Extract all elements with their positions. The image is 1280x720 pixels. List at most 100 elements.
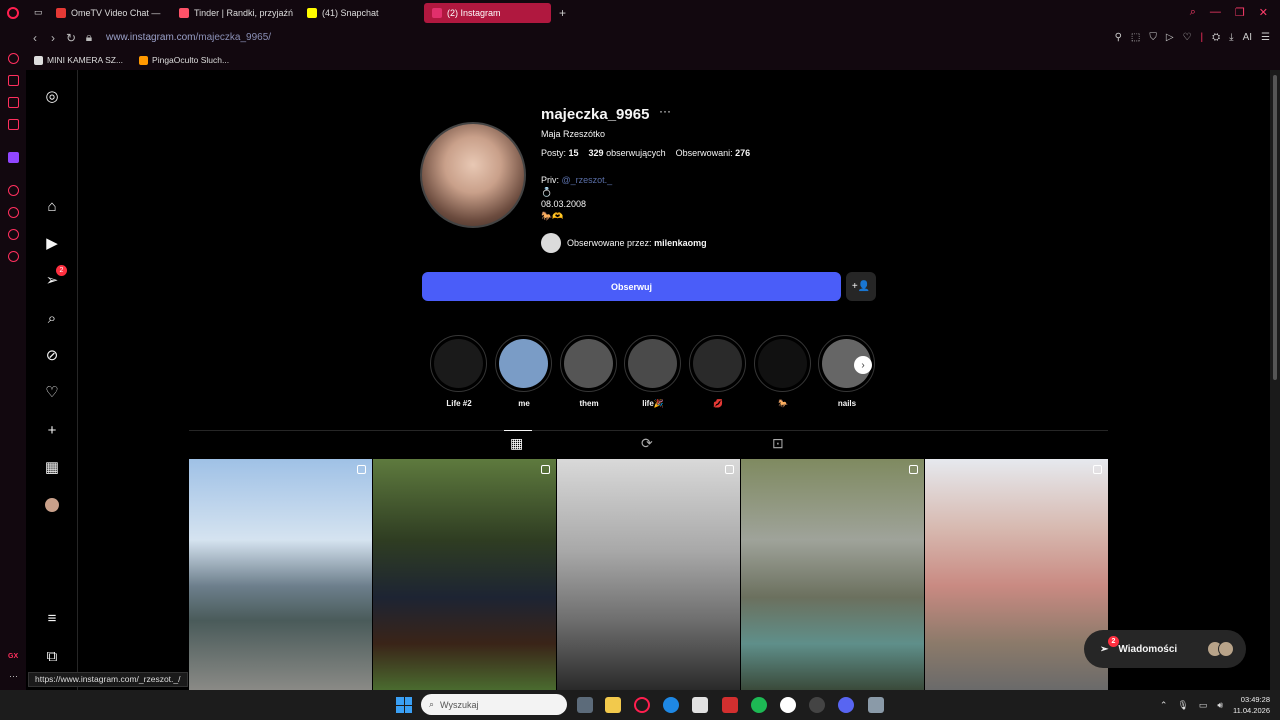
opera-video-icon[interactable]: [8, 97, 19, 108]
following-count[interactable]: Obserwowani: 276: [676, 148, 751, 158]
aria-icon[interactable]: AI: [1243, 32, 1252, 43]
tab-reposts-icon[interactable]: ⟳: [641, 435, 653, 452]
address-bar: ‹ › ↻ 🔒︎ www.instagram.com/majeczka_9965…: [26, 25, 1280, 50]
search-icon[interactable]: ⌕: [43, 309, 61, 327]
posts-value: 15: [568, 148, 579, 158]
tab-snapchat[interactable]: (41) Snapchat: [299, 3, 424, 23]
opera-shop-icon[interactable]: [8, 75, 19, 86]
messages-popup-button[interactable]: ➢ 2 Wiadomości: [1084, 630, 1246, 668]
windows-start-icon[interactable]: [396, 697, 412, 713]
opera-logo-icon[interactable]: [0, 0, 26, 25]
post-thumbnail[interactable]: [373, 459, 556, 690]
tab-instagram[interactable]: (2) Instagram: [424, 2, 551, 23]
maximize-button[interactable]: ❐: [1235, 6, 1245, 19]
reels-icon[interactable]: ▶: [43, 234, 61, 252]
url-field[interactable]: www.instagram.com/majeczka_9965/: [106, 32, 271, 43]
edge-icon[interactable]: [663, 697, 679, 713]
divider: |: [1200, 32, 1204, 43]
tab-ometv[interactable]: OmeTV Video Chat —: [48, 3, 171, 23]
heart-icon[interactable]: ♡: [1183, 32, 1192, 43]
wallet-icon[interactable]: ⛭: [1212, 32, 1220, 43]
download-icon[interactable]: ⤓: [1229, 32, 1233, 43]
tab-tagged-icon[interactable]: ⊡: [772, 435, 784, 452]
history-icon[interactable]: [8, 207, 19, 218]
minimize-button[interactable]: —: [1210, 6, 1221, 19]
highlight-item[interactable]: 🐎: [754, 335, 812, 408]
more-menu-icon[interactable]: ≡: [43, 609, 61, 627]
obs-icon[interactable]: [780, 697, 796, 713]
dashboard-icon[interactable]: ▦: [43, 458, 61, 476]
highlight-item[interactable]: me: [495, 335, 553, 408]
player-icon[interactable]: [8, 185, 19, 196]
search-placeholder: Wyszukaj: [440, 699, 479, 710]
post-thumbnail[interactable]: [925, 459, 1108, 690]
opera-mail-icon[interactable]: [8, 119, 19, 130]
app-icon[interactable]: [722, 697, 738, 713]
highlight-item[interactable]: Life #2: [430, 335, 488, 408]
spotify-icon[interactable]: [751, 697, 767, 713]
page-scrollbar[interactable]: [1270, 70, 1280, 690]
home-icon[interactable]: ⌂: [43, 197, 61, 215]
messages-badge: 2: [1108, 636, 1119, 647]
scrollbar-thumb[interactable]: [1273, 75, 1277, 380]
highlight-item[interactable]: them: [560, 335, 618, 408]
app-icon-2[interactable]: [809, 697, 825, 713]
twitch-icon[interactable]: [8, 152, 19, 163]
snapshot-icon[interactable]: ⬚: [1131, 32, 1140, 43]
instagram-logo-icon[interactable]: ◎: [43, 87, 61, 105]
tray-chevron-icon[interactable]: ⌃: [1160, 700, 1168, 711]
settings-icon[interactable]: [8, 251, 19, 262]
taskbar-search-input[interactable]: ⌕ Wyszukaj: [421, 694, 567, 715]
new-tab-button[interactable]: +: [551, 3, 574, 23]
tab-label: OmeTV Video Chat —: [71, 7, 161, 18]
store-icon[interactable]: [692, 697, 708, 713]
post-thumbnail[interactable]: [189, 459, 372, 690]
tab-posts-grid-icon[interactable]: ▦: [503, 430, 533, 452]
highlight-item[interactable]: life🎉: [624, 335, 682, 408]
explore-icon[interactable]: ⊘: [43, 346, 61, 364]
play-icon[interactable]: ▷: [1166, 32, 1174, 43]
extensions-icon[interactable]: [8, 229, 19, 240]
highlight-label: 💋: [713, 399, 723, 408]
follow-button[interactable]: Obserwuj: [422, 272, 841, 301]
highlights-next-button[interactable]: ›: [854, 356, 872, 374]
discord-icon[interactable]: [838, 697, 854, 713]
lock-icon[interactable]: 🔒︎: [80, 30, 98, 45]
menu-icon[interactable]: ☰: [1261, 32, 1270, 43]
suggested-accounts-button[interactable]: +👤: [846, 272, 876, 301]
opera-gx-taskbar-icon[interactable]: [634, 697, 650, 713]
file-explorer-icon[interactable]: [605, 697, 621, 713]
bio-mention-link[interactable]: @_rzeszot._: [562, 175, 613, 185]
task-view-icon[interactable]: [577, 697, 593, 713]
notifications-icon[interactable]: ♡: [43, 383, 61, 401]
network-icon[interactable]: ▭: [1199, 700, 1208, 711]
sidebar-more-icon[interactable]: ···: [9, 671, 18, 681]
pin-icon[interactable]: ⚲: [1115, 32, 1122, 43]
bookmark-item[interactable]: MINI KAMERA SZ...: [34, 55, 123, 65]
volume-icon[interactable]: 🔊︎: [1217, 700, 1223, 711]
close-button[interactable]: ✕: [1259, 6, 1268, 19]
also-from-meta-icon[interactable]: ⧉: [43, 647, 61, 665]
bookmark-item[interactable]: PingaOculto Sluch...: [139, 55, 229, 65]
post-thumbnail[interactable]: [741, 459, 924, 690]
search-tabs-icon[interactable]: ⌕: [1190, 6, 1196, 19]
opera-gx-corner-icon[interactable]: [8, 53, 19, 64]
clock[interactable]: 03:49:28 11.04.2026: [1233, 694, 1270, 716]
forward-icon[interactable]: ›: [44, 31, 62, 45]
followers-count[interactable]: 329 obserwujących: [589, 148, 666, 158]
post-thumbnail[interactable]: [557, 459, 740, 690]
tab-tinder[interactable]: Tinder | Randki, przyjaźń: [171, 3, 299, 23]
messages-icon[interactable]: ➢ 2: [43, 265, 67, 289]
reload-icon[interactable]: ↻: [62, 31, 80, 45]
profile-avatar-large[interactable]: [420, 122, 526, 228]
profile-avatar[interactable]: [43, 496, 61, 514]
shield-icon[interactable]: ⛉: [1149, 32, 1157, 43]
options-icon[interactable]: ···: [659, 104, 671, 118]
microphone-icon[interactable]: 🎙︎: [1177, 700, 1188, 711]
workspace-icon[interactable]: ▭: [34, 3, 48, 23]
settings-taskbar-icon[interactable]: [868, 697, 884, 713]
followed-by[interactable]: Obserwowane przez: milenkaomg: [541, 233, 707, 253]
create-icon[interactable]: +: [43, 421, 61, 439]
highlight-item[interactable]: 💋: [689, 335, 747, 408]
back-icon[interactable]: ‹: [26, 31, 44, 45]
